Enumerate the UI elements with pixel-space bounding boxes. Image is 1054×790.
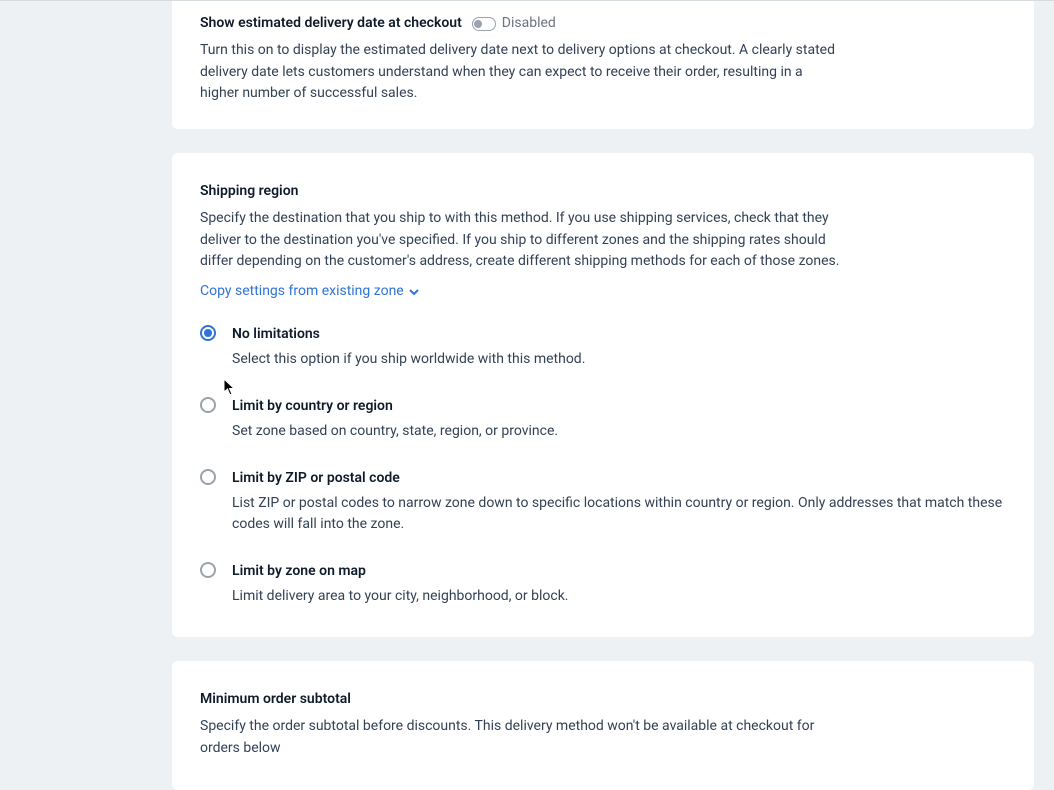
option-desc: Limit delivery area to your city, neighb… <box>232 586 1006 607</box>
settings-content: Show estimated delivery date at checkout… <box>172 1 1034 790</box>
shipping-region-card: Shipping region Specify the destination … <box>172 153 1034 637</box>
option-desc: Select this option if you ship worldwide… <box>232 349 1006 370</box>
delivery-date-description: Turn this on to display the estimated de… <box>200 40 840 105</box>
copy-settings-link[interactable]: Copy settings from existing zone <box>200 281 420 302</box>
delivery-date-card: Show estimated delivery date at checkout… <box>172 1 1034 129</box>
toggle-state-label: Disabled <box>502 13 556 34</box>
radio-icon <box>200 397 216 413</box>
option-limit-by-map[interactable]: Limit by zone on map Limit delivery area… <box>200 561 1006 607</box>
option-title: Limit by zone on map <box>232 561 1006 582</box>
option-title: Limit by country or region <box>232 396 1006 417</box>
min-subtotal-card: Minimum order subtotal Specify the order… <box>172 661 1034 789</box>
radio-icon <box>200 325 216 341</box>
option-title: Limit by ZIP or postal code <box>232 468 1006 489</box>
shipping-region-title: Shipping region <box>200 181 1006 202</box>
shipping-region-description: Specify the destination that you ship to… <box>200 208 840 273</box>
radio-icon <box>200 562 216 578</box>
delivery-date-title: Show estimated delivery date at checkout <box>200 13 462 34</box>
option-desc: Set zone based on country, state, region… <box>232 421 1006 442</box>
shipping-region-options: No limitations Select this option if you… <box>200 324 1006 607</box>
toggle-off-icon <box>472 17 496 31</box>
min-subtotal-description: Specify the order subtotal before discou… <box>200 716 840 759</box>
option-limit-by-zip[interactable]: Limit by ZIP or postal code List ZIP or … <box>200 468 1006 535</box>
delivery-date-toggle[interactable]: Disabled <box>472 13 556 34</box>
chevron-down-icon <box>408 286 420 298</box>
copy-settings-label: Copy settings from existing zone <box>200 281 404 302</box>
option-desc: List ZIP or postal codes to narrow zone … <box>232 493 1006 535</box>
option-no-limitations[interactable]: No limitations Select this option if you… <box>200 324 1006 370</box>
option-limit-by-country[interactable]: Limit by country or region Set zone base… <box>200 396 1006 442</box>
radio-icon <box>200 469 216 485</box>
option-title: No limitations <box>232 324 1006 345</box>
